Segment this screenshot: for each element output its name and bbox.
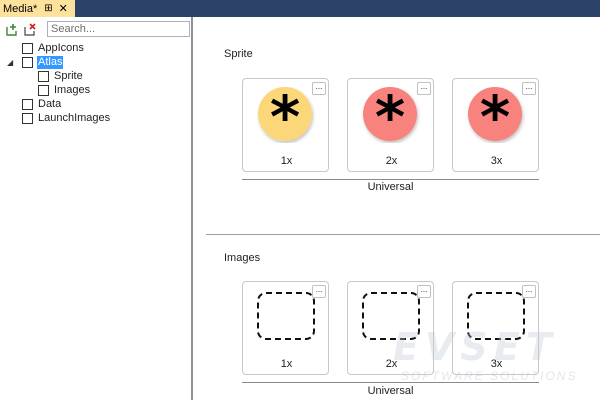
tree-item-sprite[interactable]: Sprite (38, 69, 84, 83)
image-slot-2x[interactable]: * ... 2x (347, 78, 434, 172)
section-separator (206, 234, 600, 235)
scale-label: 1x (280, 358, 293, 370)
tree-panel: Search... AppIcons ◢ Atlas Sprite Images… (0, 17, 191, 400)
expand-arrow-icon[interactable]: ◢ (7, 58, 13, 67)
scale-label: 2x (385, 155, 398, 167)
tree-item-data[interactable]: Data (22, 97, 62, 111)
image-slot-2x[interactable]: ... 2x (347, 281, 434, 375)
tree-item-label: Atlas (37, 55, 64, 69)
asset-editor-panel: Sprite * ... 1x * ... 2x * ... 3x Univer… (193, 17, 600, 400)
checkbox[interactable] (22, 42, 33, 54)
asterisk-icon: * (258, 87, 312, 143)
search-input[interactable]: Search... (47, 21, 190, 37)
asterisk-icon: * (468, 87, 522, 143)
tree-item-label: LaunchImages (38, 111, 111, 124)
checkbox[interactable] (22, 98, 33, 110)
tree-item-label: AppIcons (38, 41, 84, 54)
tree-item-launchimages[interactable]: LaunchImages (22, 111, 111, 125)
scale-label: 2x (385, 358, 398, 370)
slot-menu-button[interactable]: ... (522, 82, 536, 95)
checkbox[interactable] (22, 56, 33, 68)
image-slot-3x[interactable]: * ... 3x (452, 78, 539, 172)
tree-item-atlas[interactable]: Atlas (22, 55, 64, 69)
tree-item-label: Images (54, 83, 91, 96)
tree-toolbar (4, 22, 40, 38)
slot-menu-button[interactable]: ... (312, 285, 326, 298)
pin-icon[interactable]: ⊞ (44, 3, 52, 14)
add-folder-icon[interactable] (4, 22, 20, 38)
checkbox[interactable] (38, 84, 49, 96)
remove-folder-icon[interactable] (22, 22, 38, 38)
scale-label: 3x (490, 358, 503, 370)
slot-menu-button[interactable]: ... (417, 82, 431, 95)
scale-label: 1x (280, 155, 293, 167)
empty-image-placeholder-icon (362, 292, 420, 340)
checkbox[interactable] (22, 112, 33, 124)
tree-item-images[interactable]: Images (38, 83, 91, 97)
svg-text:*: * (375, 87, 405, 143)
image-slot-1x[interactable]: ... 1x (242, 281, 329, 375)
scale-label: 3x (490, 155, 503, 167)
close-icon[interactable]: ✕ (59, 3, 68, 14)
tab-media[interactable]: Media* ⊞ ✕ (0, 0, 75, 17)
tree-item-label: Data (38, 97, 62, 110)
section-title-sprite: Sprite (224, 48, 253, 60)
tab-title: Media* (3, 2, 38, 15)
tree-item-appicons[interactable]: AppIcons (22, 41, 85, 55)
empty-image-placeholder-icon (467, 292, 525, 340)
group-label-universal: Universal (367, 181, 414, 193)
group-divider (242, 382, 539, 383)
svg-text:*: * (480, 87, 510, 143)
document-tab-bar: Media* ⊞ ✕ (0, 0, 600, 17)
checkbox[interactable] (38, 70, 49, 82)
svg-text:*: * (270, 87, 300, 143)
image-slot-1x[interactable]: * ... 1x (242, 78, 329, 172)
section-title-images: Images (224, 252, 261, 264)
image-slot-3x[interactable]: ... 3x (452, 281, 539, 375)
group-divider (242, 179, 539, 180)
slot-menu-button[interactable]: ... (312, 82, 326, 95)
empty-image-placeholder-icon (257, 292, 315, 340)
slot-menu-button[interactable]: ... (522, 285, 536, 298)
tree-item-label: Sprite (54, 69, 83, 82)
slot-menu-button[interactable]: ... (417, 285, 431, 298)
group-label-universal: Universal (367, 385, 414, 397)
asterisk-icon: * (363, 87, 417, 143)
